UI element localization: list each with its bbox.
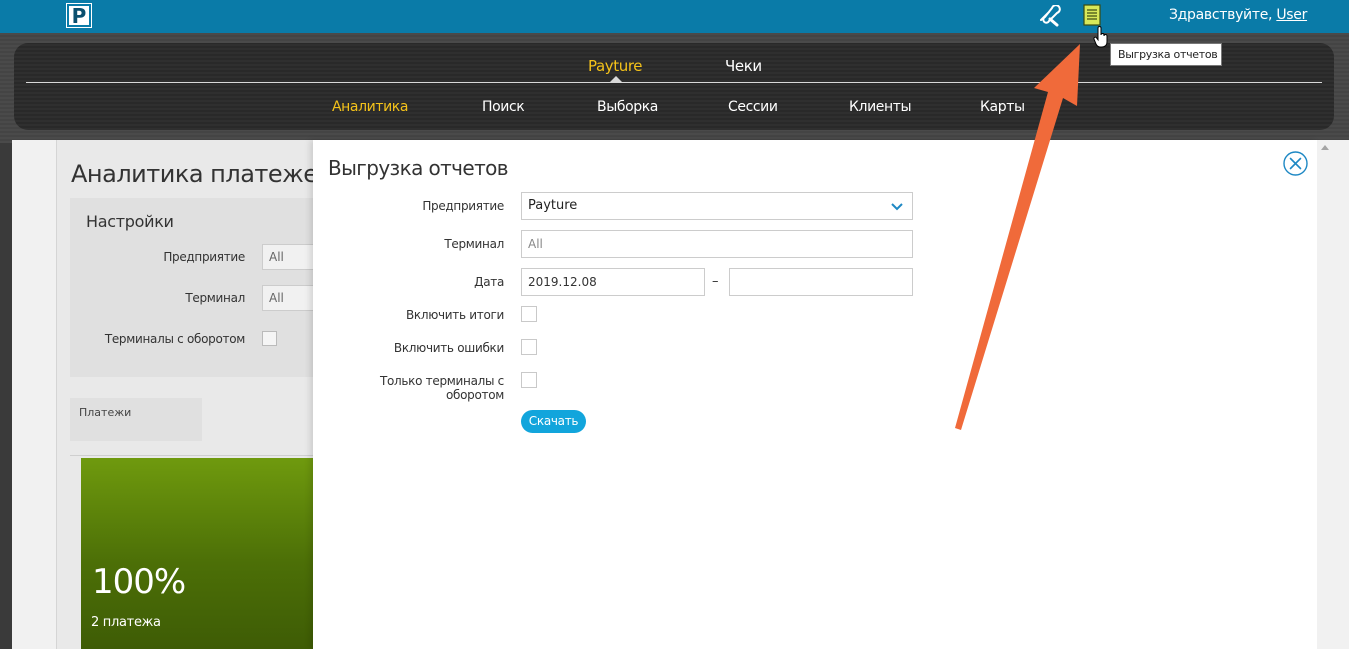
include-totals-label: Включить итоги	[405, 308, 504, 322]
tooltip: Выгрузка отчетов	[1110, 43, 1222, 66]
page-title: Аналитика платежей	[71, 160, 333, 188]
terminal-input[interactable]: All	[521, 230, 913, 258]
hand-cursor-icon	[1093, 26, 1108, 48]
payments-tab[interactable]: Платежи	[70, 398, 202, 441]
settings-title: Настройки	[86, 212, 174, 231]
nav-item-sessions[interactable]: Сессии	[728, 99, 778, 115]
nav-item-clients[interactable]: Клиенты	[849, 99, 912, 115]
download-button[interactable]: Скачать	[521, 410, 586, 433]
turnover-checkbox[interactable]	[262, 331, 277, 346]
enterprise-dropdown[interactable]: Payture	[521, 192, 913, 220]
greeting-text: Здравствуйте,	[1169, 7, 1277, 23]
report-icon[interactable]	[1083, 4, 1101, 26]
payments-tile: 100% 2 платежа	[81, 458, 325, 649]
top-bar: P Здравствуйте, User	[0, 0, 1349, 33]
nav-item-receipts[interactable]: Чеки	[725, 57, 762, 75]
chevron-down-icon	[891, 203, 903, 211]
nav-divider	[26, 82, 1322, 83]
close-icon[interactable]	[1283, 151, 1308, 176]
user-link[interactable]: User	[1276, 7, 1307, 23]
report-export-modal: Выгрузка отчетов Предприятие Payture Тер…	[313, 140, 1317, 649]
divider	[70, 455, 325, 456]
nav-item-selection[interactable]: Выборка	[597, 99, 658, 115]
modal-title: Выгрузка отчетов	[328, 156, 509, 180]
date-field-label: Дата	[474, 275, 504, 289]
annotation-arrow	[955, 44, 1080, 430]
logo-letter: P	[71, 4, 87, 28]
enterprise-label: Предприятие	[163, 250, 245, 264]
date-from-input[interactable]: 2019.12.08	[521, 268, 705, 296]
include-errors-checkbox[interactable]	[521, 339, 537, 355]
payments-label: Платежи	[79, 406, 132, 419]
terminal-label: Терминал	[185, 291, 245, 305]
payments-percent: 100%	[92, 562, 186, 602]
date-to-input[interactable]	[729, 268, 913, 296]
logo[interactable]: P	[66, 3, 92, 28]
settings-panel: Настройки Предприятие All Терминал All Т…	[70, 198, 332, 377]
turnover-label: Терминалы с оборотом	[104, 332, 245, 346]
nav-item-analytics[interactable]: Аналитика	[332, 99, 408, 115]
tools-icon[interactable]	[1038, 5, 1062, 27]
include-totals-checkbox[interactable]	[521, 306, 537, 322]
greeting: Здравствуйте, User	[1169, 7, 1307, 23]
nav-item-search[interactable]: Поиск	[482, 99, 525, 115]
payments-count: 2 платежа	[91, 615, 161, 630]
date-separator: –	[712, 274, 719, 289]
scrollbar[interactable]	[1317, 140, 1334, 649]
scroll-up-icon[interactable]	[1321, 145, 1329, 150]
nav-item-payture[interactable]: Payture	[588, 57, 643, 75]
include-errors-label: Включить ошибки	[393, 341, 504, 355]
enterprise-field-label: Предприятие	[422, 199, 504, 213]
only-turnover-label: Только терминалы с оборотом	[379, 374, 504, 402]
enterprise-dropdown-value: Payture	[528, 198, 578, 213]
terminal-field-label: Терминал	[444, 237, 504, 251]
only-turnover-checkbox[interactable]	[521, 372, 537, 388]
